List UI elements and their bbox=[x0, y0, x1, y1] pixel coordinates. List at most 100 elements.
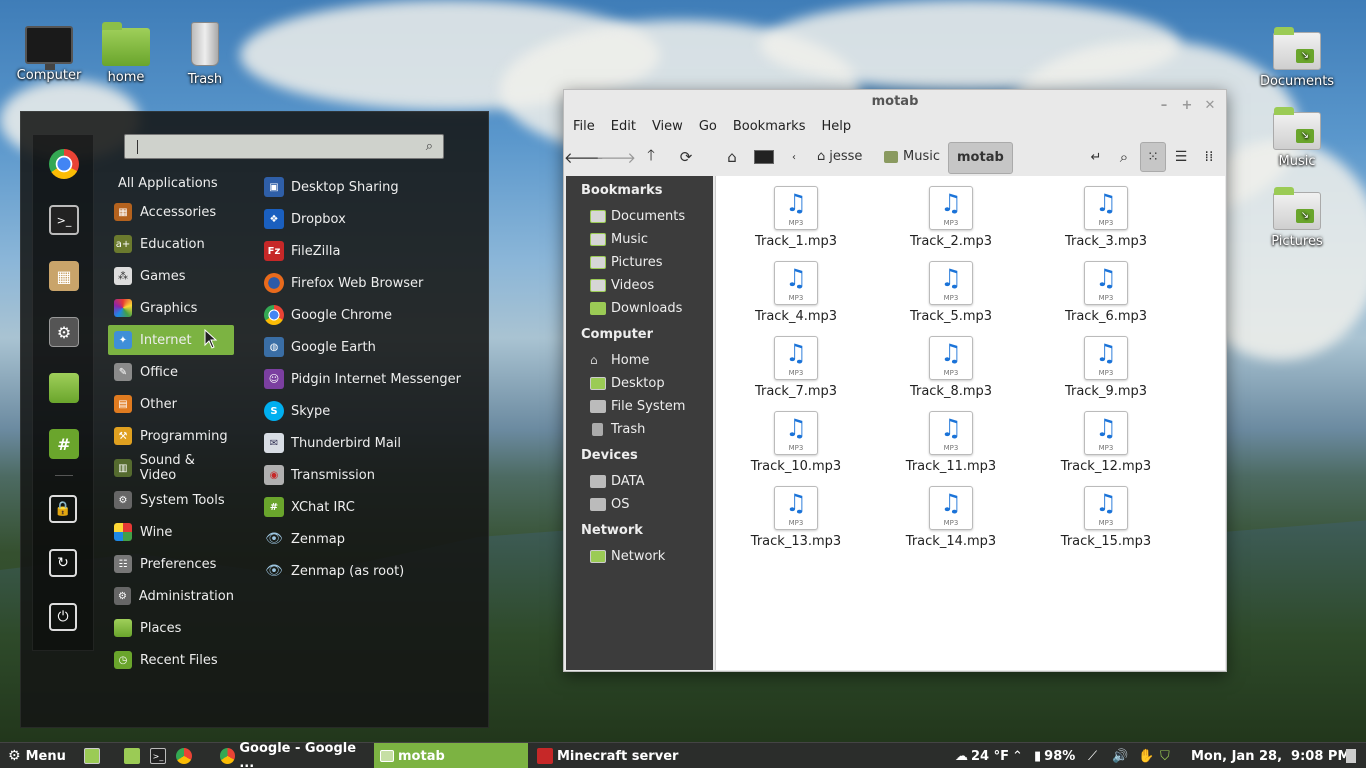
lock-icon[interactable]: 🔒 bbox=[49, 495, 77, 523]
file-item[interactable]: ♫ MP3 Track_5.mp3 bbox=[891, 261, 1011, 324]
menu-help[interactable]: Help bbox=[821, 119, 851, 134]
chevron-left-icon[interactable]: ‹ bbox=[782, 145, 806, 169]
reload-icon[interactable]: ⟳ bbox=[674, 145, 698, 169]
sidebar-item-file-system[interactable]: File System bbox=[590, 399, 685, 414]
power-icon[interactable]: ⏻ bbox=[49, 603, 77, 631]
minimize-icon[interactable]: – bbox=[1156, 94, 1172, 118]
app-thunderbird[interactable]: ✉ Thunderbird Mail bbox=[264, 428, 401, 458]
chrome-icon[interactable] bbox=[49, 149, 79, 179]
desktop-icon-computer[interactable]: Computer bbox=[7, 20, 91, 83]
hexchat-icon[interactable]: # bbox=[49, 429, 79, 459]
desktop-icon-pictures[interactable]: ↘ Pictures bbox=[1255, 184, 1339, 249]
sidebar-item-pictures[interactable]: Pictures bbox=[590, 255, 662, 270]
weather-applet[interactable]: ☁ 24 °F bbox=[955, 743, 1009, 768]
tray-hand[interactable]: ✋ bbox=[1138, 743, 1154, 768]
category-preferences[interactable]: ☷ Preferences bbox=[108, 549, 234, 579]
desktop-icon-trash[interactable]: Trash bbox=[163, 20, 247, 87]
file-item[interactable]: ♫ MP3 Track_3.mp3 bbox=[1046, 186, 1166, 249]
home-icon[interactable]: ⌂ bbox=[720, 145, 744, 169]
file-item[interactable]: ♫ MP3 Track_10.mp3 bbox=[736, 411, 856, 474]
category-system-tools[interactable]: ⚙ System Tools bbox=[108, 485, 234, 515]
breadcrumb-motab[interactable]: motab bbox=[948, 142, 1013, 174]
menu-edit[interactable]: Edit bbox=[611, 119, 636, 134]
sidebar-item-desktop[interactable]: Desktop bbox=[590, 376, 665, 391]
category-places[interactable]: Places bbox=[108, 613, 234, 643]
category-sound-video[interactable]: ▥ Sound & Video bbox=[108, 453, 234, 483]
app-dropbox[interactable]: ❖ Dropbox bbox=[264, 204, 346, 234]
file-item[interactable]: ♫ MP3 Track_8.mp3 bbox=[891, 336, 1011, 399]
category-games[interactable]: ⁂ Games bbox=[108, 261, 234, 291]
breadcrumb-jesse[interactable]: ⌂ jesse bbox=[817, 149, 862, 164]
category-office[interactable]: ✎ Office bbox=[108, 357, 234, 387]
maximize-icon[interactable]: + bbox=[1179, 94, 1195, 118]
category-all-applications[interactable]: All Applications bbox=[118, 173, 244, 193]
file-item[interactable]: ♫ MP3 Track_2.mp3 bbox=[891, 186, 1011, 249]
package-icon[interactable]: ▦ bbox=[49, 261, 79, 291]
computer-icon[interactable] bbox=[752, 145, 776, 169]
app-pidgin[interactable]: ☺ Pidgin Internet Messenger bbox=[264, 364, 461, 394]
app-skype[interactable]: S Skype bbox=[264, 396, 330, 426]
up-icon[interactable]: 🡑 bbox=[639, 145, 663, 169]
terminal-icon[interactable]: >_ bbox=[49, 205, 79, 235]
launcher-desktop[interactable] bbox=[84, 743, 104, 768]
category-recent-files[interactable]: ◷ Recent Files bbox=[108, 645, 234, 675]
menu-search-input[interactable]: ⌕ bbox=[124, 134, 444, 159]
launcher-chrome[interactable] bbox=[176, 743, 196, 768]
file-item[interactable]: ♫ MP3 Track_13.mp3 bbox=[736, 486, 856, 549]
menu-view[interactable]: View bbox=[652, 119, 683, 134]
file-item[interactable]: ♫ MP3 Track_12.mp3 bbox=[1046, 411, 1166, 474]
battery-applet[interactable]: ▮ 98% bbox=[1034, 743, 1075, 768]
taskbar-window-minecraft[interactable]: Minecraft server bbox=[534, 743, 704, 768]
app-transmission[interactable]: ◉ Transmission bbox=[264, 460, 375, 490]
sidebar-item-data[interactable]: DATA bbox=[590, 474, 645, 489]
icon-view-button[interactable]: ⁙ bbox=[1140, 142, 1166, 172]
clock[interactable]: Mon, Jan 28, 9:08 PM bbox=[1191, 743, 1350, 768]
sidebar-item-home[interactable]: ⌂ Home bbox=[590, 353, 649, 368]
category-wine[interactable]: Wine bbox=[108, 517, 234, 547]
network-applet[interactable]: ⟋ bbox=[1088, 743, 1097, 768]
files-icon[interactable] bbox=[49, 373, 79, 403]
sidebar-item-documents[interactable]: Documents bbox=[590, 209, 685, 224]
search-icon[interactable]: ⌕ bbox=[1112, 145, 1136, 169]
app-filezilla[interactable]: Fz FileZilla bbox=[264, 236, 340, 266]
forward-icon[interactable]: 🡒 bbox=[596, 145, 636, 169]
category-graphics[interactable]: Graphics bbox=[108, 293, 234, 323]
file-item[interactable]: ♫ MP3 Track_11.mp3 bbox=[891, 411, 1011, 474]
sidebar-item-music[interactable]: Music bbox=[590, 232, 648, 247]
category-administration[interactable]: ⚙ Administration bbox=[108, 581, 234, 611]
compact-view-button[interactable]: ⁞⁞ bbox=[1196, 142, 1222, 172]
sidebar-item-os[interactable]: OS bbox=[590, 497, 629, 512]
tray-expand[interactable]: ⌃ bbox=[1012, 743, 1023, 768]
category-education[interactable]: a+ Education bbox=[108, 229, 234, 259]
back-icon[interactable]: 🡐 bbox=[564, 145, 604, 169]
desktop-icon-home[interactable]: home bbox=[84, 20, 168, 85]
menu-button[interactable]: ⚙ Menu bbox=[8, 743, 66, 768]
category-other[interactable]: ▤ Other bbox=[108, 389, 234, 419]
menu-go[interactable]: Go bbox=[699, 119, 717, 134]
menu-bookmarks[interactable]: Bookmarks bbox=[733, 119, 806, 134]
update-applet[interactable]: ⛉ bbox=[1160, 743, 1170, 768]
sidebar-item-downloads[interactable]: Downloads bbox=[590, 301, 682, 316]
app-desktop-sharing[interactable]: ▣ Desktop Sharing bbox=[264, 172, 399, 202]
desktop-icon-documents[interactable]: ↘ Documents bbox=[1255, 24, 1339, 89]
sidebar-item-videos[interactable]: Videos bbox=[590, 278, 654, 293]
category-programming[interactable]: ⚒ Programming bbox=[108, 421, 234, 451]
app-google-chrome[interactable]: Google Chrome bbox=[264, 300, 392, 330]
settings-icon[interactable]: ⚙ bbox=[49, 317, 79, 347]
file-item[interactable]: ♫ MP3 Track_15.mp3 bbox=[1046, 486, 1166, 549]
app-firefox[interactable]: Firefox Web Browser bbox=[264, 268, 423, 298]
close-icon[interactable]: ✕ bbox=[1202, 94, 1218, 118]
category-accessories[interactable]: ▦ Accessories bbox=[108, 197, 234, 227]
toggle-location-icon[interactable]: ↵ bbox=[1084, 145, 1108, 169]
taskbar-window-motab[interactable]: motab bbox=[374, 743, 528, 768]
menu-file[interactable]: File bbox=[573, 119, 595, 134]
file-item[interactable]: ♫ MP3 Track_7.mp3 bbox=[736, 336, 856, 399]
show-desktop-corner[interactable] bbox=[1346, 743, 1356, 768]
file-item[interactable]: ♫ MP3 Track_4.mp3 bbox=[736, 261, 856, 324]
taskbar-window-chrome[interactable]: Google - Google ... bbox=[216, 741, 370, 768]
list-view-button[interactable]: ☰ bbox=[1168, 142, 1194, 172]
logout-icon[interactable]: ↻ bbox=[49, 549, 77, 577]
launcher-files[interactable] bbox=[124, 743, 144, 768]
window-titlebar[interactable]: motab – + ✕ bbox=[564, 90, 1226, 114]
volume-applet[interactable]: 🔊 bbox=[1112, 743, 1128, 768]
